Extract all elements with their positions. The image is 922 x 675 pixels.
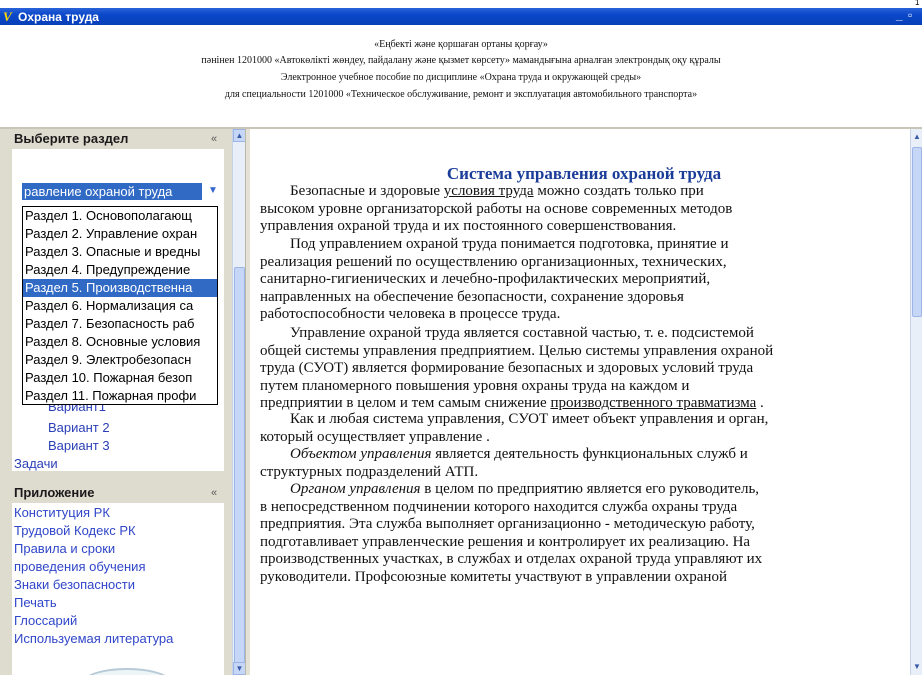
window-title: Охрана труда (18, 10, 99, 24)
appendix-link-labor-code[interactable]: Трудовой Кодекс РК (14, 523, 136, 538)
section-select[interactable]: равление охраной труда ▼ (22, 180, 222, 202)
paragraph-6-line: в непосредственном подчинении которого н… (260, 498, 738, 515)
page-header: «Еңбекті және қоршаған ортаны қорғау» пә… (0, 25, 922, 128)
paragraph-2-line: Под управлением охраной труда понимается… (260, 236, 729, 252)
content-scroll-thumb[interactable] (912, 147, 922, 317)
paragraph-5: Объектом управления является деятельност… (260, 446, 908, 481)
paragraph-4-line: Как и любая система управления, СУОТ име… (260, 411, 769, 427)
paragraph-2-line: направленных на обеспечение безопасности… (260, 288, 684, 305)
paragraph-6: Органом управления в целом по предприяти… (260, 481, 908, 587)
paragraph-2: Под управлением охраной труда понимается… (260, 236, 908, 324)
section-select-value: равление охраной труда (22, 183, 202, 200)
text-run: Безопасные и здоровые (290, 183, 444, 199)
paragraph-6-line: руководители. Профсоюзные комитеты участ… (260, 568, 727, 585)
paragraph-5-line-1: Объектом управления является деятельност… (260, 446, 908, 464)
maximize-button[interactable]: ▫ (908, 8, 912, 22)
paragraph-2-line: санитарно-гигиенических и лечебно-профил… (260, 271, 711, 288)
section-option[interactable]: Раздел 4. Предупреждение (23, 261, 217, 279)
scroll-down-arrow-icon[interactable]: ▼ (911, 661, 922, 673)
paragraph-3-line: путем планомерного повышения уровня охра… (260, 377, 690, 394)
section-panel-title: Выберите раздел (14, 131, 129, 146)
window-titlebar[interactable]: V Охрана труда _ ▫ (0, 8, 922, 25)
appendix-link-safety-signs[interactable]: Знаки безопасности (14, 577, 135, 592)
organ-text: в целом по предприятию является его руко… (420, 481, 760, 497)
variant-3-link[interactable]: Вариант 3 (48, 438, 110, 453)
content-area: Система управления охраной труда Безопас… (250, 129, 910, 675)
paragraph-2-line: реализация решений по осуществлению орга… (260, 253, 727, 270)
section-option[interactable]: Раздел 6. Нормализация са (23, 297, 217, 315)
section-option[interactable]: Раздел 10. Пожарная безоп (23, 369, 217, 387)
object-term: Объектом управления (290, 446, 432, 462)
header-line-1: «Еңбекті және қоршаған ортаны қорғау» (374, 39, 548, 50)
paragraph-6-line: предприятия. Эта служба выполняет органи… (260, 516, 755, 533)
variant-2-link[interactable]: Вариант 2 (48, 420, 110, 435)
emblem-logo-icon (82, 668, 172, 675)
organ-term: Органом управления (290, 481, 421, 497)
section-panel-header[interactable]: Выберите раздел « (12, 129, 224, 149)
paragraph-6-line: подготавливает управленческие решения и … (260, 533, 751, 550)
section-option[interactable]: Раздел 8. Основные условия (23, 333, 217, 351)
paragraph-1-line: высоком уровне организаторской работы на… (260, 201, 908, 219)
section-option[interactable]: Раздел 7. Безопасность раб (23, 315, 217, 333)
section-dropdown-list[interactable]: Раздел 1. Основополагающ Раздел 2. Управл… (22, 206, 218, 405)
section-option[interactable]: Раздел 11. Пожарная профи (23, 387, 217, 404)
paragraph-4: Как и любая система управления, СУОТ име… (260, 411, 908, 446)
section-option[interactable]: Раздел 1. Основополагающ (23, 207, 217, 225)
dropdown-arrow-icon[interactable]: ▼ (208, 184, 220, 198)
section-option[interactable]: Раздел 5. Производственна (23, 279, 217, 297)
logo-panel (12, 660, 224, 675)
glossary-link[interactable]: условия труда (444, 183, 534, 199)
paragraph-1-line: управления охраной труда и их постоянног… (260, 218, 908, 236)
paragraph-3-line: общей системы управления предприятием. Ц… (260, 342, 774, 359)
paragraph-6-line-1: Органом управления в целом по предприяти… (260, 481, 908, 499)
paragraph-4-line: который осуществляет управление . (260, 428, 490, 445)
text-run: можно создать только при (533, 183, 704, 199)
paragraph-2-line: работоспособности человека в процессе тр… (260, 306, 561, 323)
appendix-panel: Приложение « Конституция РК Трудовой Код… (12, 483, 224, 664)
scroll-up-arrow-icon[interactable]: ▲ (911, 131, 922, 143)
header-line-3: Электронное учебное пособие по дисциплин… (280, 72, 642, 83)
collapse-chevron-icon[interactable]: « (206, 486, 222, 500)
section-option[interactable]: Раздел 3. Опасные и вредны (23, 243, 217, 261)
glossary-link[interactable]: производственного травматизма (550, 395, 756, 411)
collapse-chevron-icon[interactable]: « (206, 132, 222, 146)
appendix-link-print[interactable]: Печать (14, 595, 57, 610)
paragraph-6-line: производственных участках, в службах и о… (260, 551, 763, 568)
paragraph-5-line-2: структурных подразделений АТП. (260, 463, 479, 480)
text-run: высоком уровне организаторской работы на… (260, 200, 733, 217)
paragraph-3-line: труда (СУОТ) является формирование безоп… (260, 360, 754, 377)
header-line-4: для специальности 1201000 «Техническое о… (224, 89, 698, 100)
appendix-panel-title: Приложение (14, 485, 95, 500)
tasks-link[interactable]: Задачи (14, 456, 58, 471)
appendix-link-literature[interactable]: Используемая литература (14, 631, 173, 646)
app-logo-icon: V (3, 9, 12, 24)
sidebar-scrollbar[interactable]: ▲ ▼ (232, 129, 246, 675)
corner-mark: 1 (915, 0, 920, 7)
header-line-2: пәнінен 1201000 «Автокөлікті жөндеу, пай… (201, 55, 721, 66)
paragraph-1: Безопасные и здоровые условия труда можн… (260, 183, 908, 236)
paragraph-1-line: Безопасные и здоровые условия труда можн… (260, 183, 908, 201)
content-scrollbar[interactable]: ▲ ▼ (910, 129, 922, 675)
appendix-panel-header[interactable]: Приложение « (12, 483, 224, 503)
minimize-button[interactable]: _ (896, 8, 903, 22)
paragraph-3-line: Управление охраной труда является состав… (260, 325, 754, 341)
object-text: является деятельность функциональных слу… (431, 446, 748, 462)
sidebar-scroll-thumb[interactable] (234, 267, 245, 675)
page-title: Система управления охраной труда (446, 164, 722, 183)
appendix-link-rules[interactable]: Правила и сроки (14, 541, 115, 556)
paragraph-3: Управление охраной труда является состав… (260, 325, 908, 413)
section-option[interactable]: Раздел 9. Электробезопасн (23, 351, 217, 369)
appendix-link-glossary[interactable]: Глоссарий (14, 613, 77, 628)
text-run: управления охраной труда и их постоянног… (260, 218, 677, 235)
appendix-link-constitution[interactable]: Конституция РК (14, 505, 110, 520)
appendix-link-training[interactable]: проведения обучения (14, 559, 146, 574)
section-option[interactable]: Раздел 2. Управление охран (23, 225, 217, 243)
